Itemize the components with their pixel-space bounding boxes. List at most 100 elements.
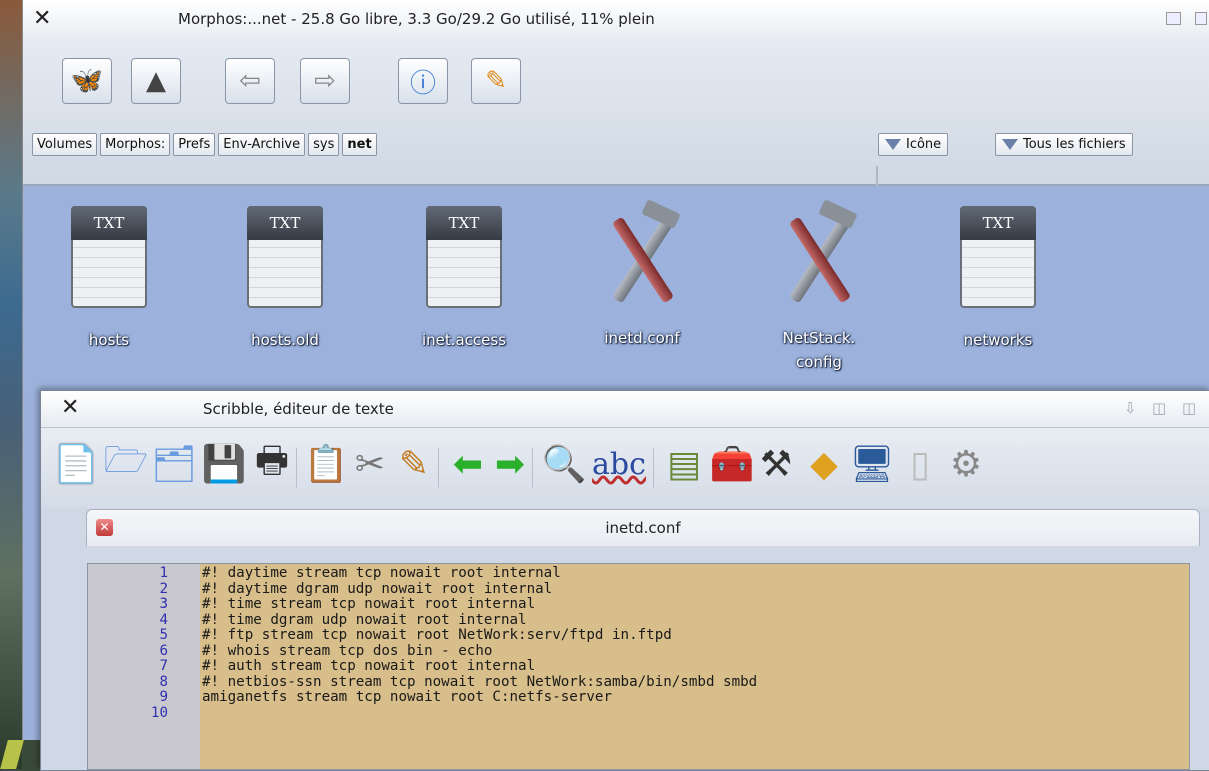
- tab-title: inetd.conf: [605, 519, 681, 537]
- line-number: 4: [159, 611, 168, 628]
- line-number: 8: [159, 673, 168, 690]
- edit-icon: ✎: [485, 66, 507, 96]
- file-label: inetd.conf: [604, 329, 680, 347]
- file-item-networks[interactable]: TXT networks: [928, 206, 1068, 352]
- text-file-icon: TXT: [960, 206, 1036, 308]
- undo-icon[interactable]: ⬅: [445, 441, 491, 487]
- close-icon[interactable]: ✕: [61, 395, 79, 420]
- chevron-down-icon: [885, 139, 901, 150]
- desktop-background: [0, 0, 24, 769]
- print-icon[interactable]: 🖶: [249, 440, 295, 487]
- file-label: inet.access: [421, 331, 507, 349]
- cut-icon[interactable]: ✂: [347, 441, 393, 487]
- file-label: hosts.old: [251, 331, 319, 349]
- forward-button[interactable]: ⇨: [300, 58, 350, 104]
- tools-icon: [774, 199, 864, 306]
- file-item-netstack-config[interactable]: NetStack. config: [749, 199, 889, 374]
- line-number: 1: [159, 565, 168, 581]
- text-file-icon: TXT: [426, 206, 502, 308]
- document-icon[interactable]: ▯: [897, 441, 943, 487]
- document-tab[interactable]: ✕ inetd.conf: [86, 509, 1200, 546]
- view-mode-label: Icône: [906, 137, 942, 152]
- macro-icon[interactable]: ▤: [661, 441, 707, 487]
- new-file-icon[interactable]: 📄: [53, 441, 99, 487]
- breadcrumb-prefs[interactable]: Prefs: [173, 133, 216, 156]
- code-line: 2 #! daytime dgram udp nowait root intern…: [88, 580, 1189, 598]
- file-item-hosts[interactable]: TXT hosts: [39, 206, 179, 352]
- back-icon: ⇦: [239, 66, 261, 96]
- hammer-icon[interactable]: ⚒: [753, 441, 799, 487]
- code-line: 9 amiganetfs stream tcp nowait root C:net…: [88, 689, 1189, 706]
- tools-icon[interactable]: 🧰: [709, 441, 755, 487]
- code-line: 7 #! auth stream tcp nowait root internal: [88, 658, 1189, 675]
- search-icon[interactable]: 🔍: [541, 441, 587, 487]
- code-line: 3 #! time stream tcp nowait root internal: [88, 596, 1189, 613]
- editor-window-title: Scribble, éditeur de texte: [203, 400, 394, 418]
- back-button[interactable]: ⇦: [225, 58, 275, 104]
- paste-icon[interactable]: 📋: [303, 441, 349, 487]
- line-text: amiganetfs stream tcp nowait root C:netf…: [202, 689, 612, 705]
- file-label: hosts: [88, 331, 130, 349]
- info-button[interactable]: ⓘ: [398, 58, 448, 104]
- file-label: networks: [963, 331, 1033, 349]
- file-label: NetStack.: [782, 329, 856, 347]
- warning-icon[interactable]: ◆: [801, 441, 847, 487]
- text-file-icon: TXT: [71, 206, 147, 308]
- file-manager-titlebar[interactable]: ✕ Morphos:...net - 25.8 Go libre, 3.3 Go…: [23, 0, 1209, 39]
- line-number: 10: [150, 704, 168, 721]
- spellcheck-icon[interactable]: abc: [587, 441, 651, 487]
- display-icon[interactable]: 🖥: [849, 441, 895, 487]
- line-text: #! time stream tcp nowait root internal: [202, 596, 536, 612]
- code-line: 5 #! ftp stream tcp nowait root NetWork:s…: [88, 627, 1189, 644]
- close-icon[interactable]: ✕: [33, 6, 51, 31]
- snapshot-icon[interactable]: ⇩: [1124, 399, 1137, 417]
- line-number: 7: [159, 658, 168, 674]
- code-lines: 1 #! daytime stream tcp nowait root inter…: [88, 565, 1189, 721]
- file-item-hosts-old[interactable]: TXT hosts.old: [215, 206, 355, 352]
- line-text: #! netbios-ssn stream tcp nowait root Ne…: [202, 673, 758, 690]
- code-line: 6 #! whois stream tcp dos bin - echo: [88, 642, 1189, 660]
- parent-icon: ▲: [146, 66, 166, 96]
- window-depth-button[interactable]: ◫: [1182, 399, 1196, 417]
- editor-titlebar[interactable]: ✕ Scribble, éditeur de texte ⇩ ◫ ◫: [41, 391, 1209, 428]
- toolbar-separator: [438, 448, 439, 488]
- volumes-button[interactable]: 🦋: [62, 58, 112, 104]
- window-iconify-button[interactable]: ◫: [1152, 399, 1166, 417]
- open-new-icon[interactable]: 🗂: [151, 441, 197, 487]
- code-line: 4 #! time dgram udp nowait root internal: [88, 611, 1189, 629]
- text-editor-area[interactable]: 1 #! daytime stream tcp nowait root inter…: [87, 563, 1190, 770]
- forward-icon: ⇨: [314, 66, 336, 96]
- file-item-inet-access[interactable]: TXT inet.access: [394, 206, 534, 352]
- file-manager-toolbar: 🦋 ▲ ⇦ ⇨ ⓘ ✎ Volumes Morphos: Prefs Env-A…: [23, 38, 1209, 196]
- toolbar-separator: [653, 448, 654, 488]
- chevron-down-icon: [1002, 139, 1018, 150]
- parent-button[interactable]: ▲: [131, 58, 181, 104]
- open-icon[interactable]: 🗁: [103, 440, 149, 487]
- breadcrumb-sys[interactable]: sys: [308, 133, 340, 156]
- settings-gear-icon[interactable]: ⚙: [943, 441, 989, 487]
- toolbar-separator: [532, 448, 533, 488]
- code-line: 1 #! daytime stream tcp nowait root inter…: [88, 565, 1189, 582]
- breadcrumb-env-archive[interactable]: Env-Archive: [218, 133, 306, 156]
- line-number: 6: [159, 642, 168, 659]
- window-iconify-button[interactable]: [1166, 12, 1181, 25]
- file-item-inetd-conf[interactable]: inetd.conf: [572, 199, 712, 350]
- line-text: #! ftp stream tcp nowait root NetWork:se…: [202, 627, 672, 643]
- breadcrumb-volumes[interactable]: Volumes: [32, 133, 98, 156]
- line-number: 9: [159, 689, 168, 705]
- volumes-icon: 🦋: [70, 66, 104, 96]
- line-text: #! whois stream tcp dos bin - echo: [202, 642, 493, 659]
- line-number: 2: [159, 580, 168, 597]
- view-mode-select[interactable]: Icône: [878, 133, 949, 156]
- text-editor-window: ✕ Scribble, éditeur de texte ⇩ ◫ ◫ 📄 🗁 🗂…: [40, 390, 1209, 771]
- breadcrumb-net[interactable]: net: [342, 133, 377, 156]
- file-label-line2: config: [796, 353, 842, 371]
- redo-icon[interactable]: ➡: [487, 441, 533, 487]
- save-icon[interactable]: 💾: [201, 441, 247, 487]
- breadcrumb-morphos[interactable]: Morphos:: [100, 133, 171, 156]
- edit-button[interactable]: ✎: [471, 58, 521, 104]
- window-depth-button[interactable]: [1195, 12, 1207, 25]
- glue-icon[interactable]: ✎: [391, 441, 437, 487]
- text-file-icon: TXT: [247, 206, 323, 308]
- file-filter-select[interactable]: Tous les fichiers: [995, 133, 1133, 156]
